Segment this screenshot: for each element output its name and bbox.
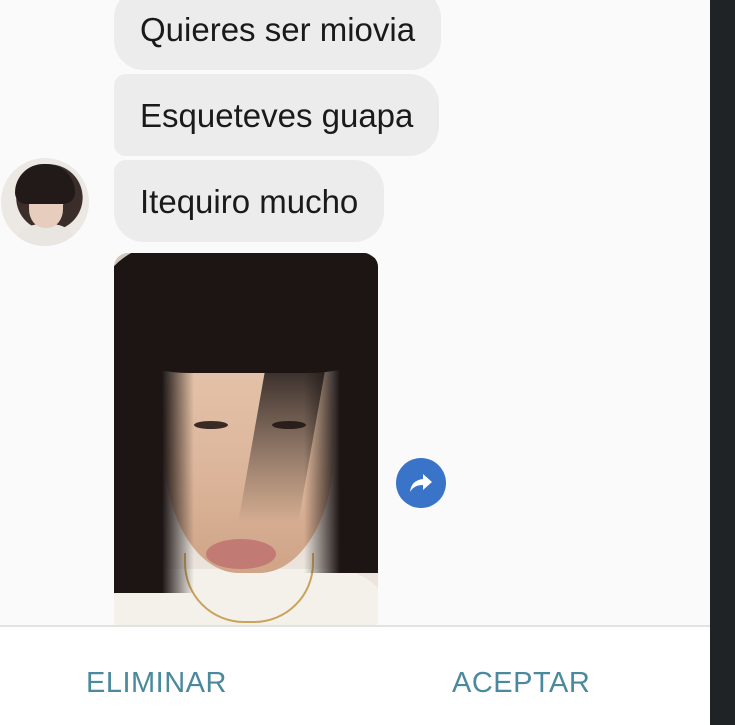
window-edge [710, 0, 735, 725]
accept-button[interactable]: ACEPTAR [452, 667, 590, 700]
message-bubble: Quieres ser miovia [114, 0, 442, 70]
message-text: Itequiro mucho [140, 182, 359, 220]
share-button[interactable] [396, 458, 446, 508]
share-arrow-icon [410, 474, 432, 492]
message-text: Quieres ser miovia [140, 10, 416, 48]
message-bubble: Esqueteves guapa [114, 74, 440, 156]
request-actions-bar: ELIMINAR ACEPTAR [0, 625, 710, 725]
message-text: Esqueteves guapa [140, 96, 414, 134]
conversation-area: Quieres ser miovia Esqueteves guapa Iteq… [0, 0, 710, 625]
shared-photo[interactable] [114, 253, 378, 625]
sender-avatar[interactable] [1, 158, 89, 246]
delete-button[interactable]: ELIMINAR [86, 667, 227, 700]
message-bubble: Itequiro mucho [114, 160, 385, 242]
